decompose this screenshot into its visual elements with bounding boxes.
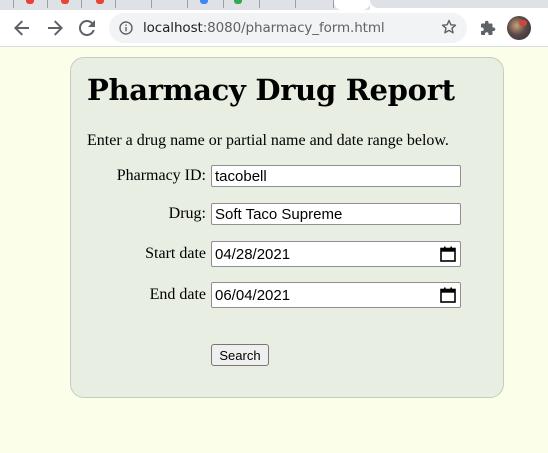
search-button[interactable]: Search [211, 344, 269, 366]
start-date-label: Start date [145, 245, 206, 262]
address-bar[interactable]: localhost:8080/pharmacy_form.html [109, 13, 467, 43]
forward-arrow-icon [48, 20, 63, 36]
extensions-button[interactable] [477, 16, 499, 40]
drug-input[interactable]: Soft Taco Supreme [211, 203, 461, 225]
puzzle-icon [481, 20, 496, 35]
tab[interactable] [48, 0, 82, 8]
tab-favicon-icon [96, 0, 104, 4]
start-date-value: 04/28/2021 [215, 245, 291, 263]
back-button[interactable] [10, 16, 34, 40]
profile-avatar[interactable] [507, 16, 531, 40]
end-date-value: 06/04/2021 [215, 286, 291, 304]
tab[interactable] [296, 0, 334, 8]
tab-favicon-icon [26, 0, 34, 4]
forward-button[interactable] [43, 16, 67, 40]
intro-text: Enter a drug name or partial name and da… [87, 132, 449, 149]
tab[interactable] [152, 0, 188, 8]
tab-strip-empty [370, 0, 548, 10]
tab[interactable] [188, 0, 224, 8]
calendar-icon[interactable] [440, 287, 456, 307]
report-form-card: Pharmacy Drug Report Enter a drug name o… [70, 57, 504, 398]
url-path: :8080/pharmacy_form.html [202, 20, 385, 36]
tab-strip [0, 0, 548, 10]
start-date-input[interactable]: 04/28/2021 [211, 241, 461, 267]
end-date-input[interactable]: 06/04/2021 [211, 282, 461, 308]
active-tab[interactable] [334, 0, 370, 10]
pharmacy-id-input[interactable]: tacobell [211, 165, 461, 187]
url-text[interactable]: localhost:8080/pharmacy_form.html [143, 20, 385, 36]
reload-icon [79, 20, 95, 36]
tab[interactable] [224, 0, 260, 8]
tab-favicon-icon [234, 0, 242, 4]
tab[interactable] [0, 0, 14, 8]
tab[interactable] [260, 0, 296, 8]
tab-favicon-icon [200, 0, 208, 4]
calendar-icon[interactable] [440, 246, 456, 266]
tab[interactable] [116, 0, 152, 8]
page-title: Pharmacy Drug Report [87, 73, 455, 107]
reload-button[interactable] [75, 16, 99, 40]
site-info-icon[interactable] [119, 20, 133, 39]
drug-value: Soft Taco Supreme [215, 205, 343, 223]
tab-favicon-icon [61, 0, 69, 4]
pharmacy-id-value: tacobell [215, 167, 267, 185]
back-arrow-icon [14, 20, 29, 36]
tab[interactable] [82, 0, 116, 8]
bookmark-star-icon[interactable] [441, 19, 457, 39]
tab[interactable] [14, 0, 48, 8]
pharmacy-id-label: Pharmacy ID: [116, 167, 206, 184]
drug-label: Drug: [168, 205, 206, 222]
end-date-label: End date [149, 286, 206, 303]
browser-toolbar: localhost:8080/pharmacy_form.html [0, 10, 548, 47]
url-host: localhost [143, 20, 203, 36]
